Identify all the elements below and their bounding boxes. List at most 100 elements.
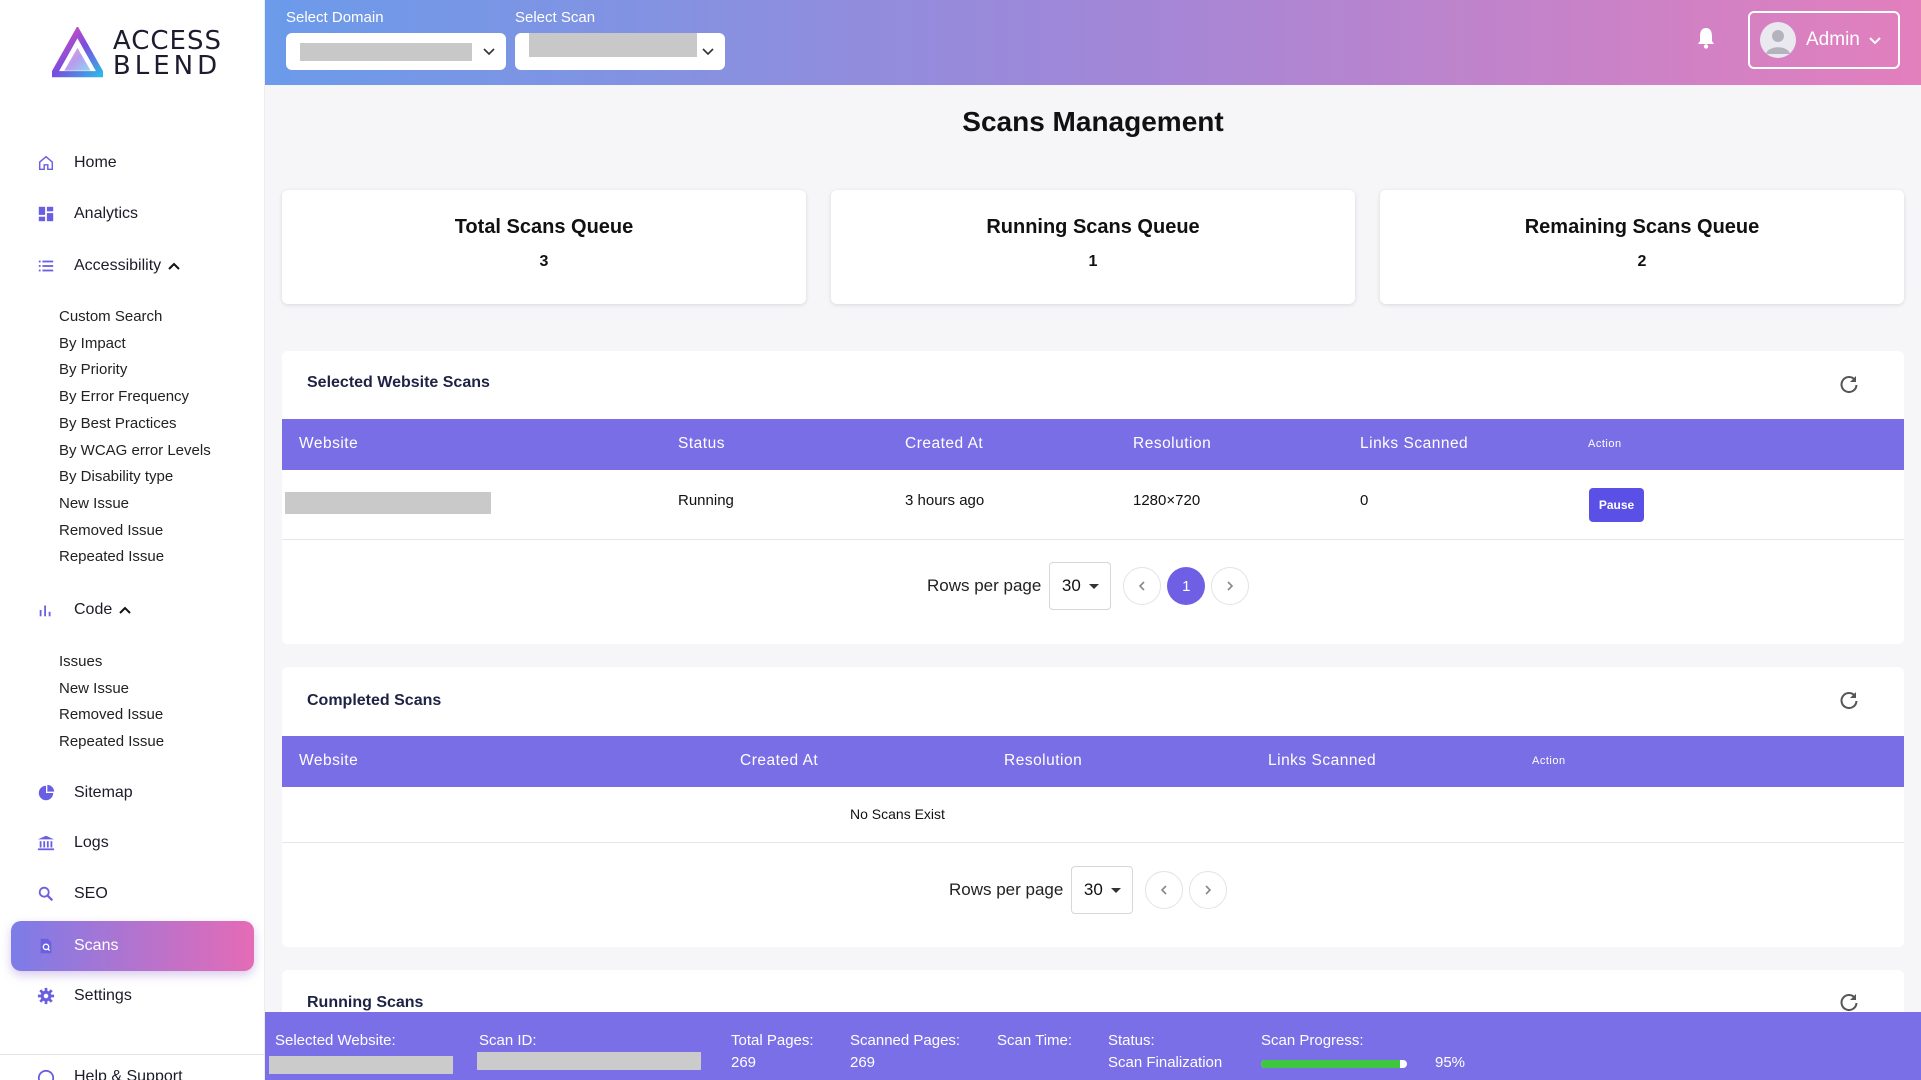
panel-title: Completed Scans	[307, 692, 442, 709]
sidebar-subitem[interactable]: By WCAG error Levels	[59, 440, 211, 462]
stat-card-running: Running Scans Queue 1	[831, 190, 1355, 304]
sidebar-subitem[interactable]: By Best Practices	[59, 413, 177, 435]
sidebar-divider	[0, 1054, 265, 1055]
prev-page-button[interactable]	[1145, 871, 1184, 909]
stat-title: Running Scans Queue	[986, 216, 1200, 238]
refresh-icon[interactable]	[1838, 690, 1860, 712]
stat-title: Remaining Scans Queue	[1524, 216, 1760, 238]
prev-page-button[interactable]	[1123, 567, 1162, 605]
pause-button[interactable]: Pause	[1589, 488, 1644, 522]
chevron-up-icon[interactable]	[167, 259, 181, 273]
sidebar-subitem[interactable]: By Impact	[59, 333, 126, 355]
cell-status: Running	[678, 492, 734, 509]
column-header-resolution[interactable]: Resolution	[1004, 752, 1082, 770]
sidebar-subitem[interactable]: Removed Issue	[59, 520, 163, 542]
select-scan-dropdown[interactable]	[515, 33, 725, 70]
scan-progress-bar	[1261, 1060, 1407, 1068]
sidebar-item-settings[interactable]: Settings	[36, 983, 132, 1009]
rows-per-page-select[interactable]: 30	[1049, 562, 1112, 610]
user-menu-button[interactable]: Admin	[1748, 11, 1900, 69]
sidebar-subitem[interactable]: Repeated Issue	[59, 731, 164, 753]
sidebar-item-label: Analytics	[74, 205, 139, 222]
redacted-website	[269, 1056, 453, 1074]
next-page-button[interactable]	[1189, 871, 1228, 909]
sidebar-subitem[interactable]: By Disability type	[59, 466, 173, 488]
sidebar-item-label: Logs	[74, 834, 109, 851]
sidebar-item-label: Settings	[74, 987, 132, 1004]
refresh-icon[interactable]	[1838, 992, 1860, 1014]
selected-website-scans-panel: Selected Website Scans Website Status Cr…	[282, 351, 1904, 644]
chevron-right-icon	[1227, 581, 1234, 591]
column-header-links-scanned[interactable]: Links Scanned	[1268, 752, 1376, 770]
stat-value: 3	[539, 253, 549, 270]
refresh-icon[interactable]	[1838, 374, 1860, 396]
empty-row: No Scans Exist	[282, 787, 1904, 843]
table-header: Website Created At Resolution Links Scan…	[282, 736, 1904, 787]
next-page-button[interactable]	[1211, 567, 1250, 605]
column-header-links-scanned[interactable]: Links Scanned	[1360, 435, 1468, 453]
panel-title: Selected Website Scans	[307, 374, 490, 391]
rows-per-page-select[interactable]: 30	[1071, 866, 1134, 914]
sidebar-item-label: Help & Support	[74, 1068, 183, 1080]
bar-chart-icon	[36, 600, 56, 620]
redacted-scan-id	[477, 1052, 701, 1070]
rows-per-page-label: Rows per page	[927, 576, 1042, 595]
sidebar-subitem[interactable]: By Priority	[59, 359, 127, 381]
rows-per-page-label: Rows per page	[949, 880, 1064, 899]
column-header-created-at[interactable]: Created At	[740, 752, 818, 770]
page-button-current[interactable]: 1	[1167, 567, 1206, 605]
sidebar-item-help[interactable]: Help & Support	[36, 1068, 183, 1080]
chevron-down-icon	[702, 48, 714, 56]
dropdown-arrow-icon	[1088, 583, 1099, 589]
column-header-resolution[interactable]: Resolution	[1133, 435, 1211, 453]
sidebar-subitem[interactable]: Repeated Issue	[59, 546, 164, 568]
select-domain-label: Select Domain	[286, 9, 384, 26]
dashboard-icon	[36, 204, 56, 224]
stat-card-remaining: Remaining Scans Queue 2	[1380, 190, 1904, 304]
sidebar-subitem[interactable]: By Error Frequency	[59, 386, 189, 408]
notification-bell-icon[interactable]	[1695, 26, 1717, 50]
sidebar-item-scans[interactable]: Scans	[36, 933, 118, 959]
scan-id-label: Scan ID:	[479, 1032, 537, 1049]
empty-state-message: No Scans Exist	[850, 806, 945, 822]
scanned-pages-value: 269	[850, 1054, 876, 1071]
column-header-status[interactable]: Status	[678, 435, 725, 453]
selected-website-label: Selected Website:	[275, 1032, 396, 1049]
search-icon	[36, 884, 56, 904]
scan-time-label: Scan Time:	[997, 1032, 1073, 1049]
total-pages-value: 269	[731, 1054, 757, 1071]
sidebar-item-accessibility[interactable]: Accessibility	[36, 253, 181, 279]
sidebar-subitem[interactable]: New Issue	[59, 493, 129, 515]
sidebar-subitem[interactable]: Issues	[59, 651, 102, 673]
sidebar-item-sitemap[interactable]: Sitemap	[36, 780, 133, 806]
bank-icon	[36, 833, 56, 853]
column-header-website[interactable]: Website	[299, 752, 358, 770]
cell-resolution: 1280×720	[1133, 492, 1201, 509]
sidebar-item-seo[interactable]: SEO	[36, 881, 108, 907]
column-header-website[interactable]: Website	[299, 435, 358, 453]
scan-search-icon	[36, 936, 56, 956]
cell-created-at: 3 hours ago	[905, 492, 985, 509]
sidebar-item-label: Accessibility	[74, 257, 162, 274]
sidebar-subitem[interactable]: New Issue	[59, 678, 129, 700]
sidebar-item-logs[interactable]: Logs	[36, 830, 109, 856]
column-header-action: Action	[1532, 755, 1566, 767]
sidebar-item-code[interactable]: Code	[36, 597, 132, 623]
sidebar-subitem[interactable]: Removed Issue	[59, 704, 163, 726]
chevron-left-icon	[1139, 581, 1145, 591]
sidebar-item-label: Scans	[74, 937, 119, 954]
dropdown-arrow-icon	[1110, 887, 1121, 893]
logo[interactable]: ACCESS BLEND	[52, 26, 222, 82]
sidebar-item-analytics[interactable]: Analytics	[36, 201, 138, 227]
scan-progress-value: 95%	[1435, 1054, 1466, 1071]
sidebar-item-label: SEO	[74, 885, 108, 902]
chevron-up-icon[interactable]	[118, 603, 132, 617]
sidebar-subitem[interactable]: Custom Search	[59, 306, 162, 328]
column-header-created-at[interactable]: Created At	[905, 435, 983, 453]
select-domain-dropdown[interactable]	[286, 33, 506, 70]
table-header: Website Status Created At Resolution Lin…	[282, 419, 1904, 470]
chevron-left-icon	[1161, 885, 1167, 895]
sidebar-item-label: Home	[74, 154, 117, 171]
sidebar-item-home[interactable]: Home	[36, 150, 117, 176]
scan-progress-label: Scan Progress:	[1261, 1032, 1364, 1049]
